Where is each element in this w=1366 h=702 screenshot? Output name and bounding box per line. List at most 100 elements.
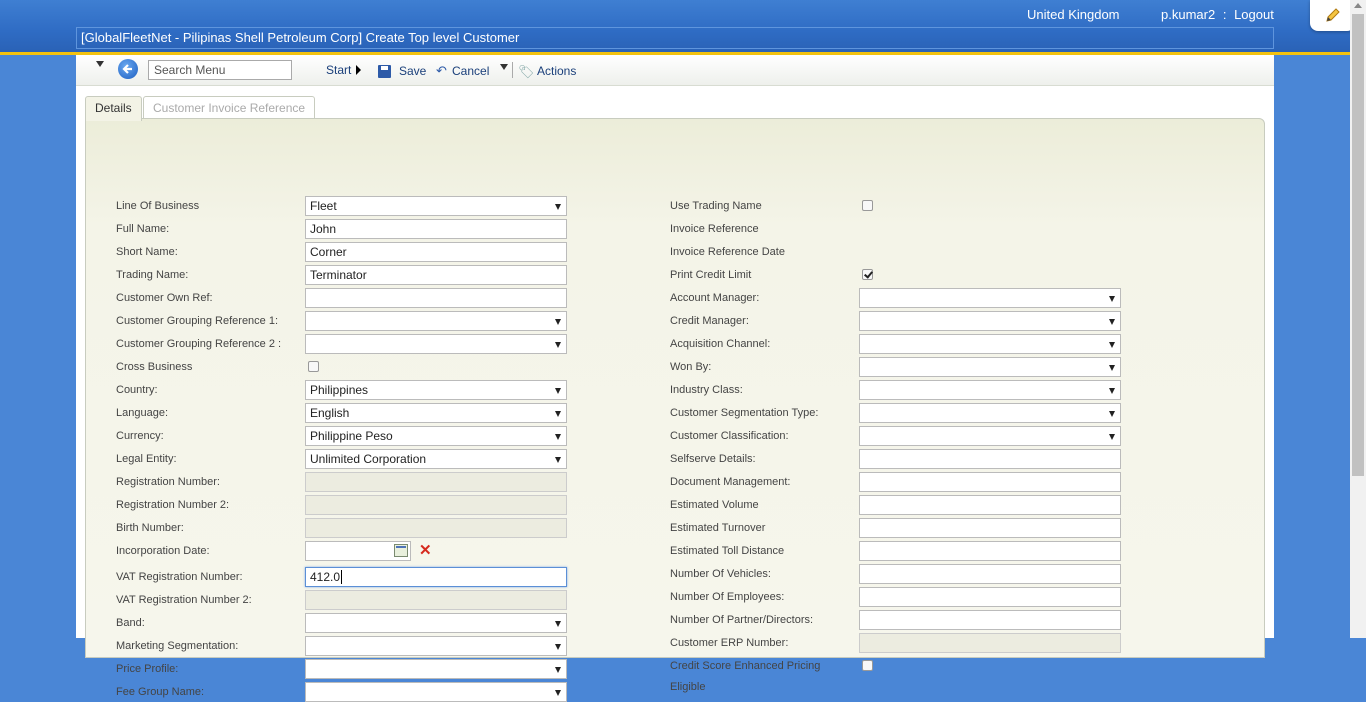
cancel-dropdown-arrow-icon[interactable] xyxy=(500,64,508,70)
region-label[interactable]: United Kingdom xyxy=(1027,7,1120,22)
acquisition-channel-label: Acquisition Channel: xyxy=(670,338,771,350)
page-title: [GlobalFleetNet - Pilipinas Shell Petrol… xyxy=(76,27,1274,49)
tag-icon[interactable]: 🏷 xyxy=(518,64,535,80)
logout-link[interactable]: Logout xyxy=(1234,7,1274,22)
form-row-use-trading-name: Use Trading Name xyxy=(86,196,1186,216)
won-by-label: Won By: xyxy=(670,361,712,373)
number-of-vehicles-field[interactable] xyxy=(859,564,1121,584)
form-row-invoice-reference-date: Invoice Reference Date xyxy=(86,242,1186,262)
form-row-print-credit-limit: Print Credit Limit xyxy=(86,265,1186,285)
industry-class-label: Industry Class: xyxy=(670,384,743,396)
username: p.kumar2 xyxy=(1161,7,1216,22)
scrollbar-thumb[interactable] xyxy=(1352,14,1364,476)
save-icon[interactable] xyxy=(378,65,391,78)
form-row-estimated-turnover: Estimated Turnover xyxy=(86,518,1186,538)
customer-segmentation-type-select[interactable] xyxy=(859,403,1121,423)
number-of-employees-label: Number Of Employees: xyxy=(670,591,785,603)
invoice-reference-label: Invoice Reference xyxy=(670,223,759,235)
chevron-down-icon[interactable] xyxy=(1109,365,1115,371)
acquisition-channel-select[interactable] xyxy=(859,334,1121,354)
estimated-toll-distance-field[interactable] xyxy=(859,541,1121,561)
toolbar: Start Save ↶ Cancel 🏷 Actions xyxy=(76,55,1274,86)
undo-icon[interactable]: ↶ xyxy=(436,64,448,77)
credit-manager-label: Credit Manager: xyxy=(670,315,749,327)
save-button[interactable]: Save xyxy=(399,64,426,78)
document-management-label: Document Management: xyxy=(670,476,791,488)
form-row-account-manager: Account Manager: xyxy=(86,288,1186,308)
form-row-eligible: Eligible xyxy=(86,678,1186,698)
use-trading-name-label: Use Trading Name xyxy=(670,200,762,212)
tab-customer-invoice-reference[interactable]: Customer Invoice Reference xyxy=(143,96,316,120)
user-separator: : xyxy=(1222,7,1227,22)
form-row-estimated-toll-distance: Estimated Toll Distance xyxy=(86,541,1186,561)
estimated-turnover-label: Estimated Turnover xyxy=(670,522,766,534)
form-row-credit-manager: Credit Manager: xyxy=(86,311,1186,331)
toolbar-divider xyxy=(512,62,513,78)
chevron-down-icon[interactable] xyxy=(1109,434,1115,440)
won-by-select[interactable] xyxy=(859,357,1121,377)
main-content: Start Save ↶ Cancel 🏷 Actions Details Cu… xyxy=(76,55,1274,702)
page-scrollbar[interactable] xyxy=(1350,0,1366,638)
form-row-industry-class: Industry Class: xyxy=(86,380,1186,400)
form-row-number-of-employees: Number Of Employees: xyxy=(86,587,1186,607)
invoice-reference-date-label: Invoice Reference Date xyxy=(670,246,785,258)
form-row-customer-erp-number: Customer ERP Number: xyxy=(86,633,1186,653)
search-menu-input[interactable] xyxy=(148,60,292,80)
estimated-turnover-field[interactable] xyxy=(859,518,1121,538)
customer-erp-number-field xyxy=(859,633,1121,653)
customer-classification-select[interactable] xyxy=(859,426,1121,446)
back-button[interactable] xyxy=(118,59,138,79)
credit-score-enhanced-pricing-label: Credit Score Enhanced Pricing xyxy=(670,660,821,672)
chevron-down-icon[interactable] xyxy=(1109,319,1115,325)
chevron-down-icon[interactable] xyxy=(1109,388,1115,394)
credit-manager-select[interactable] xyxy=(859,311,1121,331)
form-row-customer-classification: Customer Classification: xyxy=(86,426,1186,446)
account-manager-label: Account Manager: xyxy=(670,292,760,304)
print-credit-limit-checkbox[interactable] xyxy=(862,269,873,280)
cancel-button[interactable]: Cancel xyxy=(452,64,489,78)
credit-score-enhanced-pricing-checkbox[interactable] xyxy=(862,660,873,671)
print-credit-limit-label: Print Credit Limit xyxy=(670,269,752,281)
start-arrow-icon[interactable] xyxy=(356,65,361,75)
industry-class-select[interactable] xyxy=(859,380,1121,400)
tab-details[interactable]: Details xyxy=(85,96,142,121)
chevron-down-icon[interactable] xyxy=(1109,342,1115,348)
selfserve-details-label: Selfserve Details: xyxy=(670,453,756,465)
form-row-credit-score-enhanced-pricing: Credit Score Enhanced Pricing xyxy=(86,656,1186,676)
customer-erp-number-label: Customer ERP Number: xyxy=(670,637,789,649)
actions-button[interactable]: Actions xyxy=(537,64,576,78)
user-area: p.kumar2 : Logout xyxy=(1161,7,1274,22)
estimated-volume-label: Estimated Volume xyxy=(670,499,759,511)
use-trading-name-checkbox[interactable] xyxy=(862,200,873,211)
form-row-won-by: Won By: xyxy=(86,357,1186,377)
selfserve-details-field[interactable] xyxy=(859,449,1121,469)
scroll-up-arrow-icon[interactable] xyxy=(1354,3,1362,8)
form-row-estimated-volume: Estimated Volume xyxy=(86,495,1186,515)
back-arrow-icon xyxy=(122,64,132,74)
document-management-field[interactable] xyxy=(859,472,1121,492)
top-header: United Kingdom p.kumar2 : Logout [Global… xyxy=(0,0,1350,55)
form-row-acquisition-channel: Acquisition Channel: xyxy=(86,334,1186,354)
details-form-panel: Line Of Business Fleet Full Name: John Short… xyxy=(85,118,1265,702)
number-of-partner-directors-label: Number Of Partner/Directors: xyxy=(670,614,814,626)
number-of-employees-field[interactable] xyxy=(859,587,1121,607)
form-row-invoice-reference: Invoice Reference xyxy=(86,219,1186,239)
form-row-document-management: Document Management: xyxy=(86,472,1186,492)
form-row-customer-segmentation-type: Customer Segmentation Type: xyxy=(86,403,1186,423)
form-row-selfserve-details: Selfserve Details: xyxy=(86,449,1186,469)
form-row-number-of-partner-directors: Number Of Partner/Directors: xyxy=(86,610,1186,630)
number-of-partner-directors-field[interactable] xyxy=(859,610,1121,630)
account-manager-select[interactable] xyxy=(859,288,1121,308)
form-row-number-of-vehicles: Number Of Vehicles: xyxy=(86,564,1186,584)
customer-segmentation-type-label: Customer Segmentation Type: xyxy=(670,407,819,419)
customer-classification-label: Customer Classification: xyxy=(670,430,789,442)
pencil-icon xyxy=(1326,8,1340,22)
chevron-down-icon[interactable] xyxy=(1109,411,1115,417)
edit-tab[interactable] xyxy=(1310,0,1355,31)
chevron-down-icon[interactable] xyxy=(1109,296,1115,302)
estimated-volume-field[interactable] xyxy=(859,495,1121,515)
eligible-label: Eligible xyxy=(670,681,706,693)
menu-dropdown-arrow-icon[interactable] xyxy=(96,61,104,67)
start-button[interactable]: Start xyxy=(326,63,351,77)
number-of-vehicles-label: Number Of Vehicles: xyxy=(670,568,771,580)
